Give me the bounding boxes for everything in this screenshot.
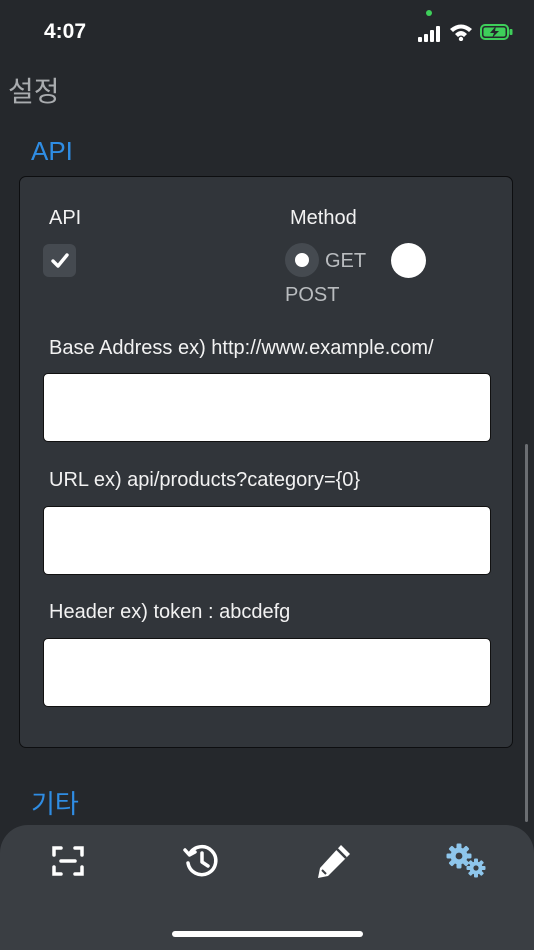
history-icon xyxy=(183,844,218,877)
api-settings-card: API Method GET POST Base Address ex) htt… xyxy=(19,176,513,748)
status-bar: 4:07 xyxy=(0,0,534,60)
base-address-input[interactable] xyxy=(43,373,491,442)
tab-scan[interactable] xyxy=(48,841,88,881)
api-toggle-label: API xyxy=(49,207,82,229)
home-indicator[interactable] xyxy=(172,931,363,937)
camera-indicator xyxy=(426,10,432,16)
wifi-icon xyxy=(450,24,472,41)
base-address-label: Base Address ex) http://www.example.com/ xyxy=(49,337,434,359)
signal-icon xyxy=(418,26,440,42)
header-label: Header ex) token : abcdefg xyxy=(49,601,291,623)
status-time: 4:07 xyxy=(44,20,87,43)
scrollbar[interactable] xyxy=(525,444,528,822)
scan-icon xyxy=(52,846,84,876)
radio-selected-dot xyxy=(295,253,309,267)
api-enabled-checkbox[interactable] xyxy=(43,244,76,277)
method-post-radio[interactable] xyxy=(391,243,426,278)
method-get-radio[interactable] xyxy=(285,243,319,277)
api-section-title: API xyxy=(31,136,73,166)
etc-section-title: 기타 xyxy=(31,789,79,819)
pencil-icon xyxy=(318,845,350,878)
url-input[interactable] xyxy=(43,506,491,575)
tab-edit[interactable] xyxy=(314,841,354,881)
page-title: 설정 xyxy=(8,76,60,107)
battery-icon xyxy=(480,24,513,40)
method-label: Method xyxy=(290,207,357,229)
url-label: URL ex) api/products?category={0} xyxy=(49,469,361,491)
tab-settings[interactable] xyxy=(444,841,486,881)
gears-icon xyxy=(446,843,486,878)
header-input[interactable] xyxy=(43,638,491,707)
method-post-label: POST xyxy=(285,284,340,306)
checkmark-icon xyxy=(51,253,69,268)
tab-history[interactable] xyxy=(181,841,221,881)
method-get-label: GET xyxy=(325,250,367,272)
